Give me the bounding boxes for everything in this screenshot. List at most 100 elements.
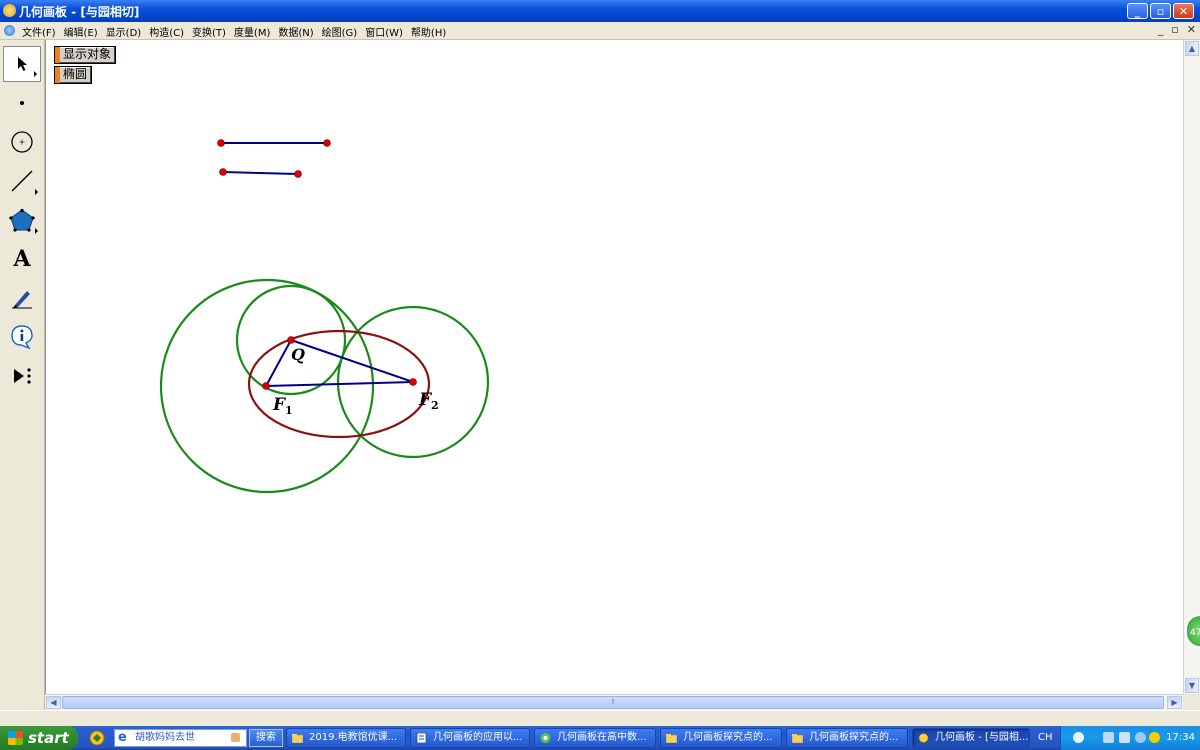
system-tray: 17:34 [1060,726,1200,750]
clock: 17:34 [1166,732,1195,743]
geometry-drawing: Q F 1 F 2 [159,139,490,494]
control-point[interactable] [294,170,302,178]
submenu-indicator [35,228,38,234]
sketch-canvas[interactable]: 显示对象 椭圆 Q F 1 F 2 [45,40,1183,694]
tool-point[interactable] [3,85,41,121]
network-icon[interactable] [1103,732,1114,743]
menu-construct[interactable]: 构造(C) [149,24,184,39]
browser-icon [540,733,551,743]
arrow-icon [18,57,27,71]
window-title: 几何画板 - [与园相切] [19,5,140,19]
point-f2[interactable] [409,378,417,386]
start-label: start [28,729,69,747]
menu-bar: 文件(F) 编辑(E) 显示(D) 构造(C) 变换(T) 度量(M) 数据(N… [0,22,1200,40]
menu-help[interactable]: 帮助(H) [411,24,446,39]
close-button[interactable]: ✕ [1173,3,1194,19]
folder-icon [292,734,303,743]
scroll-left-button[interactable]: ◀ [46,696,61,709]
circle-icon [11,131,33,153]
vertical-scrollbar[interactable]: ▲ ▼ [1183,40,1200,694]
folder-icon [792,734,803,743]
document-icon[interactable] [4,25,15,36]
menu-file[interactable]: 文件(F) [22,24,56,39]
point-q[interactable] [287,336,295,344]
toolbox: A [0,40,45,404]
monitor-icon[interactable] [1119,732,1130,743]
left-panel-filler [0,404,45,710]
segment-q-f2[interactable] [290,339,414,383]
folder-icon [666,734,677,743]
tool-straightedge[interactable] [3,163,41,199]
status-bar [0,710,1200,727]
task-item[interactable]: 几何画板的应用以... [410,728,530,748]
task-item[interactable]: 几何画板在高中数... [534,728,656,748]
search-button[interactable]: 搜索 [249,729,283,747]
point-icon [20,101,24,105]
menu-edit[interactable]: 编辑(E) [64,24,98,39]
menu-list: 文件(F) 编辑(E) 显示(D) 构造(C) 变换(T) 度量(M) 数据(N… [22,24,446,39]
menu-measure[interactable]: 度量(M) [234,24,270,39]
doc-minimize-button[interactable]: _ [1158,23,1164,36]
play-custom-icon [14,368,31,384]
submenu-indicator [34,71,37,77]
submenu-indicator [35,189,38,195]
search-input-text: 胡歌妈妈去世 [135,732,195,743]
speaker-icon [231,733,240,742]
chat-icon[interactable] [1073,732,1084,743]
tool-text[interactable]: A [3,241,41,277]
tool-custom[interactable] [3,358,41,394]
scroll-corner [1183,694,1200,710]
label-f1-subscript: 1 [285,404,293,417]
tool-marker[interactable] [3,280,41,316]
menu-transform[interactable]: 变换(T) [192,24,226,39]
doc-restore-button[interactable]: ▫ [1171,23,1178,36]
segment-f1-f2[interactable] [265,381,414,387]
app-icon [3,4,16,17]
point-f1[interactable] [262,382,270,390]
task-item[interactable]: 几何画板探究点的... [786,728,908,748]
label-f2-subscript: 2 [431,399,439,412]
search-input[interactable]: e 胡歌妈妈去世 [114,729,247,747]
scroll-down-button[interactable]: ▼ [1185,678,1199,693]
task-item-active[interactable]: 几何画板 - [与园相... [912,728,1030,748]
window-title-bar[interactable]: 几何画板 - [与园相切] _ ▫ ✕ [0,0,1200,22]
windows-logo-icon [8,731,23,745]
scroll-up-button[interactable]: ▲ [1185,41,1199,56]
horizontal-scrollbar[interactable]: ◀ ⦀ ▶ [45,694,1183,710]
menu-display[interactable]: 显示(D) [106,24,142,39]
control-point[interactable] [219,168,227,176]
task-item[interactable]: 2019.电教馆优课... [286,728,406,748]
menu-window[interactable]: 窗口(W) [365,24,403,39]
segment-f1-q[interactable] [265,339,292,387]
language-indicator[interactable]: CH [1038,732,1053,743]
document-controls: _ ▫ ✕ [1158,23,1196,36]
info-icon [11,325,33,350]
security-icon[interactable] [1135,732,1146,743]
pen-icon [12,291,32,309]
sketchpad-icon [918,733,929,743]
minimize-button[interactable]: _ [1127,3,1148,19]
control-point[interactable] [323,139,331,147]
tool-compass[interactable] [3,124,41,160]
update-icon[interactable] [1149,732,1160,743]
tool-information[interactable] [3,319,41,355]
taskbar: start e 胡歌妈妈去世 搜索 2019.电教馆优课... 几何画板的应用以… [0,726,1200,750]
scroll-thumb[interactable]: ⦀ [62,696,1164,709]
control-segment-2[interactable] [222,171,299,175]
label-q[interactable]: Q [291,345,305,364]
doc-close-button[interactable]: ✕ [1187,23,1196,36]
menu-data[interactable]: 数据(N) [278,24,313,39]
control-point[interactable] [217,139,225,147]
document-icon [416,733,427,743]
task-item[interactable]: 几何画板探究点的... [660,728,782,748]
menu-graph[interactable]: 绘图(G) [322,24,358,39]
tool-polygon[interactable] [3,202,41,238]
maximize-button[interactable]: ▫ [1150,3,1171,19]
tool-selection-arrow[interactable] [3,46,41,82]
start-button[interactable]: start [0,726,78,750]
scroll-right-button[interactable]: ▶ [1167,696,1182,709]
line-icon [11,170,33,192]
ie-icon: e [118,730,127,745]
polygon-icon [9,208,35,232]
quicklaunch-icon[interactable] [88,729,106,747]
